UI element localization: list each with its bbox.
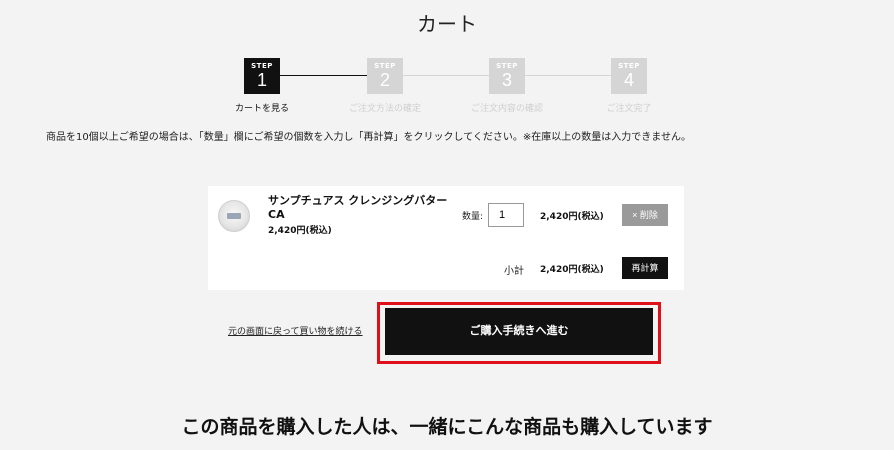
step-4-label: ご注文完了 [606, 104, 652, 114]
step-1-badge: STEP 1 [244, 58, 280, 94]
step-2-label: ご注文方法の確定 [348, 104, 421, 114]
step-3-badge: STEP 3 [489, 58, 525, 94]
step-4-badge: STEP 4 [611, 58, 647, 94]
quantity-label: 数量: [462, 212, 484, 222]
page-title: カート [417, 12, 477, 36]
subtotal-value: 2,420円(税込) [540, 265, 604, 275]
step-2-badge: STEP 2 [367, 58, 403, 94]
cart-item-panel: サンプチュアス クレンジングバター CA 2,420円(税込) 数量: 2,42… [208, 186, 684, 290]
subtotal-label: 小計 [504, 266, 524, 277]
checkout-stepper: STEP 1 STEP 2 STEP 3 STEP 4 カートを見る ご注文方法… [0, 58, 894, 114]
quantity-notice: 商品を10個以上ご希望の場合は、「数量」欄にご希望の個数を入力し「再計算」をクリ… [46, 132, 692, 143]
recommendations-heading: この商品を購入した人は、一緒にこんな商品も購入しています [181, 416, 713, 438]
quantity-input[interactable] [488, 203, 524, 227]
delete-button[interactable]: × 削除 [622, 204, 668, 226]
product-unit-price: 2,420円(税込) [268, 226, 332, 236]
product-name[interactable]: サンプチュアス クレンジングバター CA [268, 194, 448, 222]
product-thumbnail[interactable] [218, 200, 250, 232]
step-1-label: カートを見る [234, 104, 289, 114]
line-price: 2,420円(税込) [540, 212, 604, 222]
continue-shopping-link[interactable]: 元の画面に戻って買い物を続ける [228, 324, 363, 337]
proceed-to-checkout-button[interactable]: ご購入手続きへ進む [385, 308, 653, 355]
step-3-label: ご注文内容の確認 [470, 104, 543, 114]
recalculate-button[interactable]: 再計算 [622, 257, 668, 279]
